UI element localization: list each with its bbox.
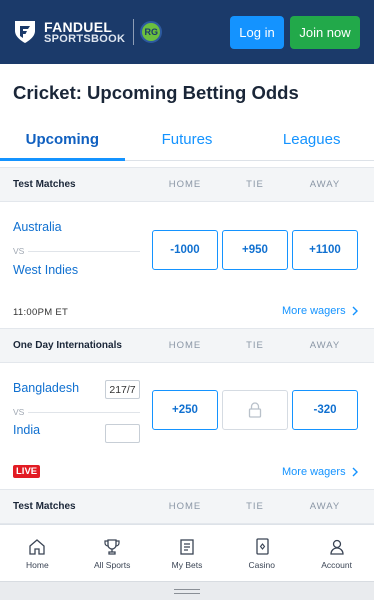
page-title: Cricket: Upcoming Betting Odds: [13, 82, 299, 103]
match-start-time: 11:00PM ET: [13, 307, 69, 318]
odds-home-button[interactable]: +250: [152, 390, 218, 430]
account-icon: [329, 539, 344, 555]
join-now-button[interactable]: Join now: [290, 16, 360, 49]
section-header-odi: One Day Internationals HOME TIE AWAY: [0, 328, 374, 363]
odds-away-button[interactable]: +1100: [292, 230, 358, 270]
vs-label: VS: [13, 407, 25, 417]
column-tie: TIE: [246, 501, 264, 512]
column-away: AWAY: [309, 340, 341, 351]
more-wagers-label: More wagers: [282, 466, 346, 478]
odds-away-button[interactable]: -320: [292, 390, 358, 430]
responsible-gaming-badge[interactable]: RG: [140, 21, 163, 43]
odds-tie-button[interactable]: +950: [222, 230, 288, 270]
vs-divider: [28, 412, 140, 413]
tab-leagues[interactable]: Leagues: [249, 118, 374, 160]
bet-slip-icon: [180, 538, 194, 555]
column-away: AWAY: [309, 179, 341, 190]
column-tie: TIE: [246, 340, 264, 351]
vs-label: VS: [13, 246, 25, 256]
team-away-name[interactable]: India: [13, 423, 40, 437]
bottom-navigation: Home All Sports My Bets Casino Account: [0, 524, 374, 581]
team-home-name[interactable]: Australia: [13, 220, 62, 234]
nav-label: Casino: [248, 559, 276, 570]
nav-home[interactable]: Home: [0, 525, 75, 581]
column-home: HOME: [168, 501, 202, 512]
trophy-icon: [104, 538, 120, 555]
nav-account[interactable]: Account: [299, 525, 374, 581]
nav-label: All Sports: [94, 559, 131, 570]
logo-text-fanduel: FANDUEL: [44, 18, 113, 35]
chevron-right-icon: [352, 467, 358, 477]
section-title: One Day Internationals: [13, 340, 122, 351]
tab-futures[interactable]: Futures: [125, 118, 250, 160]
nav-label: My Bets: [171, 559, 203, 570]
lock-icon: [248, 402, 262, 418]
column-home: HOME: [168, 179, 202, 190]
top-bar: FANDUEL SPORTSBOOK RG Log in Join now: [0, 0, 374, 64]
tab-bar: Upcoming Futures Leagues: [0, 118, 374, 161]
nav-label: Account: [321, 559, 352, 570]
section-title: Test Matches: [13, 501, 76, 512]
fanduel-logo[interactable]: FANDUEL SPORTSBOOK: [12, 19, 125, 45]
odds-tie-locked: [222, 390, 288, 430]
section-header-test-matches: Test Matches HOME TIE AWAY: [0, 167, 374, 202]
logo-text-sportsbook: SPORTSBOOK: [44, 32, 126, 45]
login-button[interactable]: Log in: [230, 16, 284, 49]
nav-casino[interactable]: Casino: [224, 525, 299, 581]
shield-logo-icon: [15, 21, 35, 43]
nav-my-bets[interactable]: My Bets: [150, 525, 225, 581]
browser-bottom-bar[interactable]: [0, 581, 374, 600]
column-home: HOME: [168, 340, 202, 351]
section-header-test-matches: Test Matches HOME TIE AWAY: [0, 489, 374, 524]
odds-home-button[interactable]: -1000: [152, 230, 218, 270]
more-wagers-link[interactable]: More wagers: [282, 305, 358, 317]
section-title: Test Matches: [13, 179, 76, 190]
column-tie: TIE: [246, 179, 264, 190]
team-home-name[interactable]: Bangladesh: [13, 381, 79, 395]
live-badge: LIVE: [13, 465, 41, 478]
nav-all-sports[interactable]: All Sports: [75, 525, 150, 581]
team-home-score: 217/7: [105, 380, 140, 399]
nav-label: Home: [26, 559, 49, 570]
more-wagers-label: More wagers: [282, 305, 346, 317]
chevron-right-icon: [352, 306, 358, 316]
casino-card-icon: [256, 537, 269, 555]
tab-upcoming[interactable]: Upcoming: [0, 118, 125, 161]
logo-divider: [133, 19, 135, 45]
team-away-name[interactable]: West Indies: [13, 263, 78, 277]
more-wagers-link[interactable]: More wagers: [282, 466, 358, 478]
home-icon: [29, 538, 46, 555]
vs-divider: [28, 251, 140, 252]
team-away-score: [105, 424, 140, 443]
drag-handle-icon[interactable]: [174, 588, 200, 594]
column-away: AWAY: [309, 501, 341, 512]
